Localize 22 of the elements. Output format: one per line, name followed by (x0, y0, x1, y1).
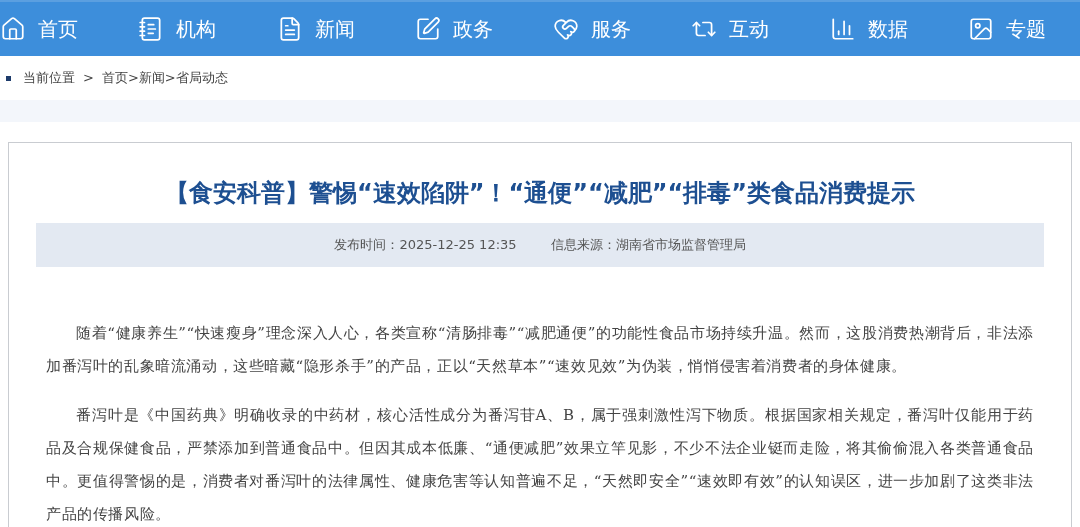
breadcrumb-separator: > (83, 69, 94, 88)
pen-square-icon (414, 16, 441, 42)
breadcrumb-path: 首页>新闻>省局动态 (101, 69, 228, 88)
article-title: 【食安科普】警惕“速效陷阱”！“通便”“减肥”“排毒”类食品消费提示 (163, 178, 917, 209)
nav-link[interactable]: 服务 (553, 14, 632, 44)
nav-link[interactable]: 互动 (691, 14, 770, 44)
bar-chart-icon (829, 16, 856, 42)
bullet-icon (6, 75, 11, 81)
article-paragraph: 番泻叶是《中国药典》明确收录的中药材，核心活性成分为番泻苷A、B，属于强刺激性泻下物质。根据国家相关规定，番泻叶仅能用于药品及合规保健食品，严禁添加到普通食品中。但因其成本低廉、“通便减肥”效果立竿见影，不少不法企业铤而走险，将其偷偷混入各类普通食品中。更值得警惕的是，消费者对番泻叶的法律属性、健康危害等认知普遍不足，“天然即安全”“速效即有效”的认知误区，进一步加剧了这类非法产品的传播风险。 (46, 405, 1034, 525)
nav-link[interactable]: 首页 (0, 14, 78, 44)
nav-link[interactable]: 数据 (829, 14, 908, 44)
breadcrumb-label: 当前位置 (23, 69, 75, 88)
publish-time: 发布时间：2025-12-25 12:35 (334, 236, 517, 255)
nav-link[interactable]: 机构 (138, 14, 217, 44)
nav-link[interactable]: 政务 (414, 14, 493, 44)
article-paragraph: 随着“健康养生”“快速瘦身”理念深入人心，各类宣称“清肠排毒”“减肥通便”的功能性食品市场持续升温。然而，这股消费热潮背后，非法添加番泻叶的乱象暗流涌动，这些暗藏“隐形杀手”的产品，正以“天然草本”“速效见效”为伪装，悄悄侵害着消费者的身体健康。 (46, 323, 1034, 377)
nav-link[interactable]: 专题 (967, 14, 1046, 44)
house-icon (0, 16, 26, 42)
info-source: 信息来源：湖南省市场监督管理局 (550, 236, 746, 255)
image-icon (967, 16, 994, 42)
heart-hands-icon (553, 16, 580, 42)
nav-link[interactable]: 新闻 (276, 14, 355, 44)
